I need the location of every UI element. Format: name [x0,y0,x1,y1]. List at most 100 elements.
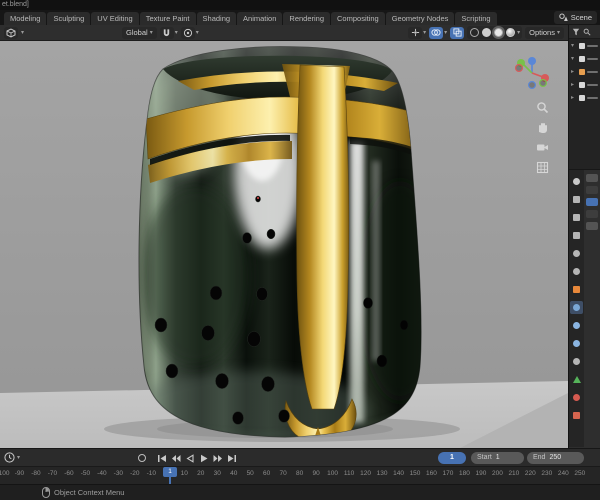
properties-tab-object-data[interactable] [570,373,583,386]
helmet-object[interactable] [130,41,442,448]
properties-tab-texture[interactable] [570,409,583,422]
properties-tab-constraints[interactable] [570,355,583,368]
proportional-editing-icon[interactable] [180,26,195,39]
jump-to-keyframe-next-button[interactable] [212,452,224,464]
frame-end-field[interactable]: End 250 [527,452,584,464]
ruler-tick: -70 [47,470,58,477]
workspace-tab-scripting[interactable]: Scripting [455,12,497,25]
shading-chevron-icon[interactable]: ▾ [517,30,520,36]
editor-type-chevron-icon[interactable]: ▾ [21,30,24,36]
snap-magnet-icon[interactable] [159,26,174,39]
workspace-tab-sculpting[interactable]: Sculpting [47,12,91,25]
workspace-tab-uv-editing[interactable]: UV Editing [91,12,139,25]
tool-properties-icon [573,178,580,185]
overlays-chevron-icon[interactable]: ▾ [444,30,447,36]
gizmo-y-neg-axis[interactable] [539,79,548,88]
ruler-tick: 10 [180,470,188,477]
xray-toggle-icon[interactable] [450,26,465,39]
shading-material-preview-icon[interactable] [494,28,504,37]
editor-type-3d-viewport-icon[interactable] [4,26,18,39]
ruler-tick: -60 [64,470,74,477]
properties-tab-modifiers[interactable] [570,301,583,314]
options-dropdown[interactable]: Options ▾ [525,26,564,39]
shading-wireframe-icon[interactable] [470,28,480,37]
shading-rendered-icon[interactable] [506,28,516,37]
ruler-tick: 170 [442,470,454,477]
properties-field[interactable] [586,174,598,182]
outliner-panel[interactable]: ▾ ▾ ▸ ▸ ▸ [569,25,600,170]
outliner-row[interactable]: ▸ [569,65,600,78]
workspace-tab-texture-paint[interactable]: Texture Paint [139,12,196,25]
timeline-editor-chevron-icon[interactable]: ▾ [17,455,20,461]
gizmos-chevron-icon[interactable]: ▾ [423,30,426,36]
outliner-row[interactable]: ▸ [569,78,600,91]
properties-tab-render[interactable] [570,193,583,206]
timeline-ruler[interactable]: -100-90-80-70-60-50-40-30-20-10010203040… [0,466,600,484]
ruler-tick: 40 [230,470,238,477]
properties-field[interactable] [586,222,598,230]
gizmos-toggle-icon[interactable] [408,26,423,39]
disclosure-triangle-icon[interactable]: ▸ [571,68,577,75]
zoom-icon[interactable] [536,101,549,114]
viewport-canvas[interactable] [0,41,568,448]
mesh-object-icon [579,68,585,75]
workspace-tab-animation[interactable]: Animation [237,12,283,25]
search-icon[interactable] [583,28,591,36]
jump-to-keyframe-prev-button[interactable] [170,452,182,464]
proportional-chevron-icon[interactable]: ▾ [196,30,199,36]
snap-chevron-icon[interactable]: ▾ [175,30,178,36]
play-reverse-button[interactable] [184,452,196,464]
disclosure-triangle-icon[interactable]: ▸ [571,94,577,101]
jump-to-end-button[interactable] [226,452,238,464]
properties-tab-output[interactable] [570,211,583,224]
properties-tab-object[interactable] [570,283,583,296]
properties-tab-physics[interactable] [570,337,583,350]
properties-field[interactable] [586,186,598,194]
navigation-gizmo[interactable] [514,55,550,91]
outliner-row[interactable]: ▾ [569,39,600,52]
camera-icon [579,81,585,88]
properties-tab-view-layer[interactable] [570,229,583,242]
scene-selector[interactable]: Scene [553,11,597,24]
properties-tab-particles[interactable] [570,319,583,332]
properties-tab-tool[interactable] [570,175,583,188]
gizmo-x-neg-axis[interactable] [514,64,524,73]
timeline-editor-type[interactable]: ▾ [4,452,20,463]
gizmo-z-neg-axis[interactable] [528,81,537,90]
outliner-row[interactable]: ▾ [569,52,600,65]
workspace-tab-modeling[interactable]: Modeling [4,12,47,25]
output-properties-icon [573,214,580,221]
workspace-tab-shading[interactable]: Shading [196,12,237,25]
properties-tab-world[interactable] [570,265,583,278]
workspace-tabs: Modeling Sculpting UV Editing Texture Paint… [0,10,600,25]
properties-slider[interactable] [586,198,598,206]
disclosure-triangle-icon[interactable]: ▾ [571,42,577,49]
ortho-grid-icon[interactable] [536,161,549,174]
jump-to-start-button[interactable] [156,452,168,464]
play-button[interactable] [198,452,210,464]
viewport-3d-scene[interactable] [0,41,568,448]
workspace-tab-rendering[interactable]: Rendering [283,12,331,25]
ruler-tick: 120 [360,470,371,477]
move-hand-icon[interactable] [536,121,549,134]
workspace-tab-compositing[interactable]: Compositing [331,12,385,25]
disclosure-triangle-icon[interactable]: ▸ [571,81,577,88]
camera-view-icon[interactable] [536,141,549,154]
disclosure-triangle-icon[interactable]: ▾ [571,55,577,62]
shading-solid-icon[interactable] [482,28,492,37]
auto-keying-toggle[interactable] [138,454,146,462]
current-frame-field[interactable]: 1 [438,452,466,464]
filter-funnel-icon[interactable] [572,28,580,36]
frame-start-field[interactable]: Start 1 [471,452,524,464]
timeline-playhead[interactable]: 1 [163,467,177,484]
properties-panel[interactable] [569,170,600,447]
properties-tab-material[interactable] [570,391,583,404]
overlays-toggle-icon[interactable] [429,26,444,39]
ruler-tick: 180 [459,470,470,477]
properties-tab-scene[interactable] [570,247,583,260]
properties-field[interactable] [586,210,598,218]
outliner-row[interactable]: ▸ [569,91,600,104]
transform-orientation-dropdown[interactable]: Global ▾ [122,26,157,39]
gizmo-z-axis[interactable] [528,57,536,65]
workspace-tab-geometry-nodes[interactable]: Geometry Nodes [385,12,455,25]
